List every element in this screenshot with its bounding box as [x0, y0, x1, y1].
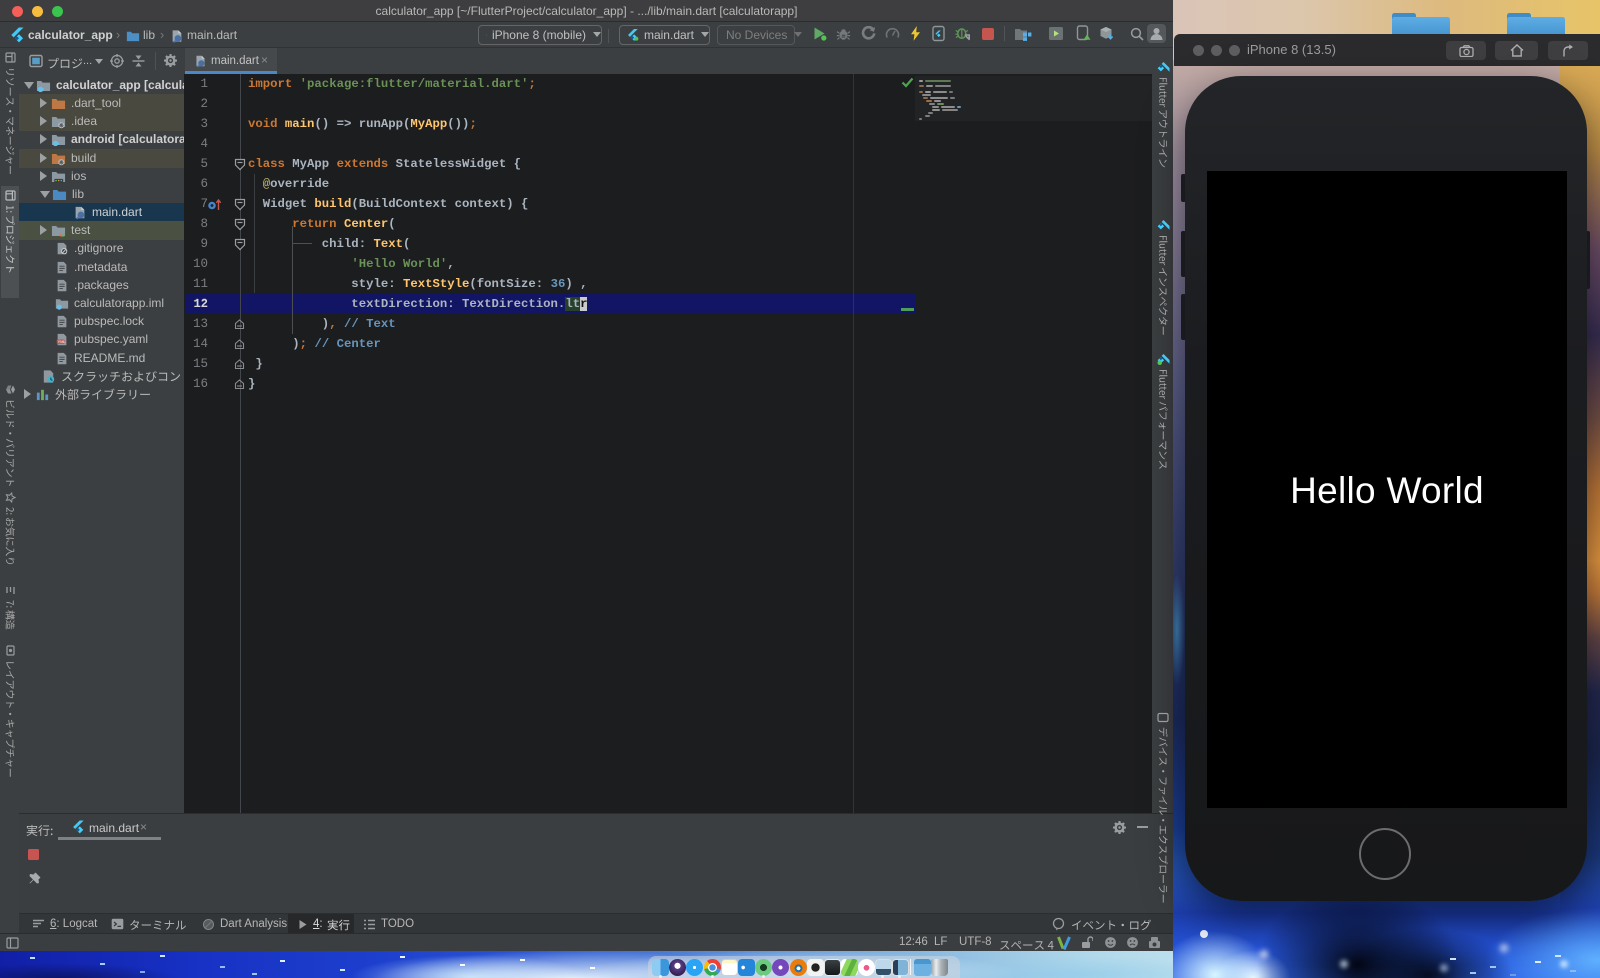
- svg-text:YML: YML: [58, 340, 67, 344]
